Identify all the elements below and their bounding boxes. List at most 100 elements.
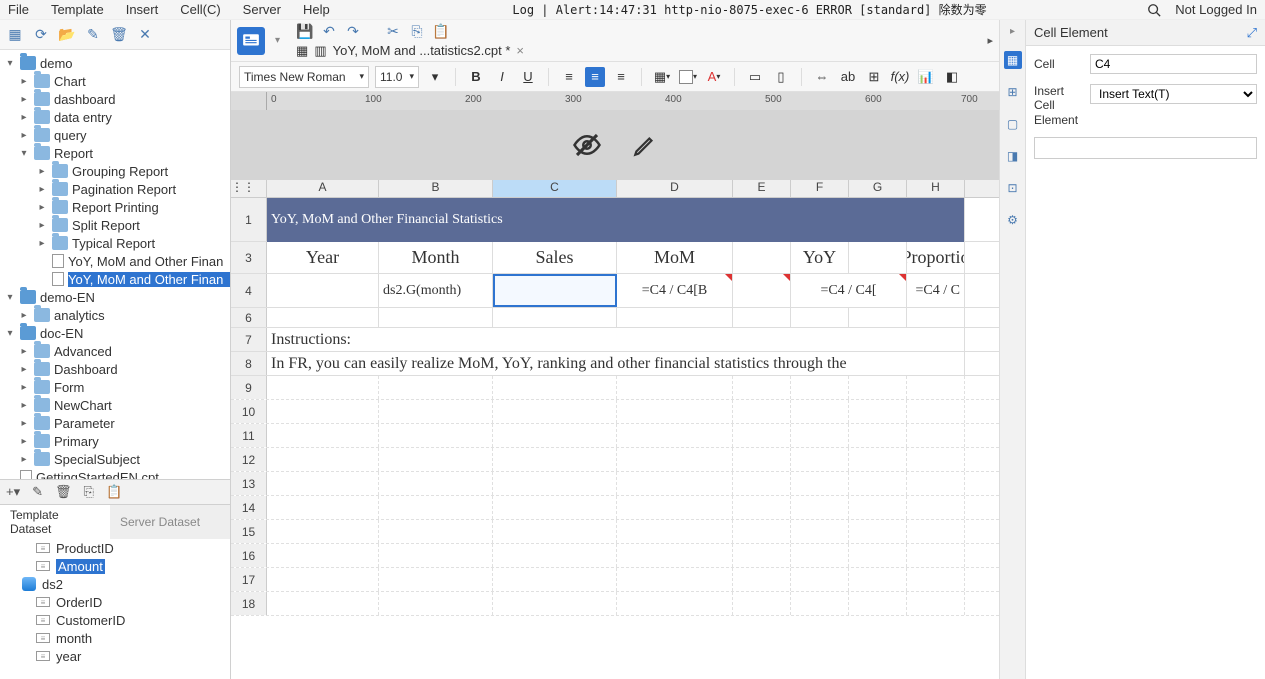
grid-cell[interactable] bbox=[617, 424, 733, 447]
grid-cell[interactable] bbox=[849, 376, 907, 399]
grid-cell[interactable] bbox=[617, 592, 733, 615]
grid-cell[interactable] bbox=[791, 592, 849, 615]
tree-item[interactable]: YoY, MoM and Other Finan bbox=[0, 270, 230, 288]
menu-server[interactable]: Server bbox=[243, 2, 281, 17]
grid-cell[interactable] bbox=[907, 400, 965, 423]
row-header[interactable]: 10 bbox=[231, 400, 267, 423]
pencil-icon[interactable] bbox=[632, 132, 658, 158]
grid-cell[interactable] bbox=[791, 376, 849, 399]
grid-cell[interactable] bbox=[733, 274, 791, 307]
instruction-cell[interactable]: In FR, you can easily realize MoM, YoY, … bbox=[267, 352, 965, 375]
column-header[interactable]: D bbox=[617, 180, 733, 197]
tree-item[interactable]: ▸Grouping Report bbox=[0, 162, 230, 180]
format-button[interactable]: ⊞ bbox=[864, 67, 884, 87]
grid-cell[interactable] bbox=[849, 448, 907, 471]
expand-panel-icon[interactable]: ⤢ bbox=[1247, 25, 1257, 41]
grid-cell[interactable] bbox=[379, 568, 493, 591]
grid-cell[interactable] bbox=[267, 496, 379, 519]
grid-cell[interactable] bbox=[267, 448, 379, 471]
select-all-corner[interactable]: ⋮⋮ bbox=[231, 180, 267, 197]
align-left-button[interactable]: ≡ bbox=[559, 67, 579, 87]
header-cell[interactable] bbox=[733, 242, 791, 273]
grid-cell[interactable] bbox=[907, 592, 965, 615]
instruction-cell[interactable]: Instructions: bbox=[267, 328, 965, 351]
new-icon[interactable]: ▦ bbox=[6, 26, 24, 44]
grid-cell[interactable] bbox=[733, 568, 791, 591]
insert-element-select[interactable]: Insert Text(T) bbox=[1090, 84, 1257, 104]
widget-button[interactable]: ◧ bbox=[942, 67, 962, 87]
chart-button[interactable]: 📊 bbox=[916, 67, 936, 87]
tree-item[interactable]: ▸Pagination Report bbox=[0, 180, 230, 198]
grid-cell[interactable] bbox=[907, 308, 965, 327]
widget-tab-icon[interactable]: ⚙ bbox=[1004, 211, 1022, 229]
grid-cell[interactable] bbox=[733, 496, 791, 519]
spreadsheet-grid[interactable]: ⋮⋮ ABCDEFGH 1YoY, MoM and Other Financia… bbox=[231, 180, 999, 679]
edit-dataset-icon[interactable]: ✎ bbox=[32, 484, 43, 500]
refresh-icon[interactable]: ⟳ bbox=[32, 26, 50, 44]
tree-item[interactable]: ▸analytics bbox=[0, 306, 230, 324]
dataset-item[interactable]: ≡month bbox=[0, 629, 230, 647]
grid-cell[interactable] bbox=[617, 520, 733, 543]
delete-dataset-icon[interactable]: 🗑 bbox=[55, 484, 72, 500]
align-center-button[interactable]: ≡ bbox=[585, 67, 605, 87]
grid-cell[interactable] bbox=[791, 568, 849, 591]
tab-template-dataset[interactable]: Template Dataset bbox=[0, 505, 110, 539]
tree-item[interactable]: ▾Report bbox=[0, 144, 230, 162]
header-cell[interactable]: YoY bbox=[791, 242, 849, 273]
grid-cell[interactable] bbox=[379, 424, 493, 447]
grid-cell[interactable] bbox=[379, 544, 493, 567]
row-header[interactable]: 8 bbox=[231, 352, 267, 375]
grid-cell[interactable] bbox=[617, 544, 733, 567]
grid-cell[interactable] bbox=[733, 448, 791, 471]
row-header[interactable]: 4 bbox=[231, 274, 267, 307]
row-header[interactable]: 3 bbox=[231, 242, 267, 273]
tree-item[interactable]: GettingStartedEN.cpt bbox=[0, 468, 230, 479]
grid-cell[interactable] bbox=[617, 448, 733, 471]
document-tab[interactable]: ▦ ▥ YoY, MoM and ...tatistics2.cpt * × bbox=[296, 43, 977, 59]
close-tab-icon[interactable]: × bbox=[516, 43, 524, 58]
grid-cell[interactable] bbox=[617, 376, 733, 399]
row-header[interactable]: 13 bbox=[231, 472, 267, 495]
tree-item[interactable]: ▸Dashboard bbox=[0, 360, 230, 378]
align-right-button[interactable]: ≡ bbox=[611, 67, 631, 87]
login-status[interactable]: Not Logged In bbox=[1175, 2, 1257, 17]
underline-button[interactable]: U bbox=[518, 67, 538, 87]
grid-cell[interactable] bbox=[907, 496, 965, 519]
column-header[interactable]: H bbox=[907, 180, 965, 197]
fill-color-button[interactable]: ▾ bbox=[678, 67, 698, 87]
redo-icon[interactable]: ↷ bbox=[344, 23, 362, 41]
dataset-item[interactable]: ≡ProductID bbox=[0, 539, 230, 557]
tree-item[interactable]: ▸Advanced bbox=[0, 342, 230, 360]
unmerge-button[interactable]: ▯ bbox=[771, 67, 791, 87]
open-icon[interactable]: 📂 bbox=[58, 26, 76, 44]
grid-cell[interactable] bbox=[849, 308, 907, 327]
tree-item[interactable]: ▸data entry bbox=[0, 108, 230, 126]
dataset-item[interactable]: ds2 bbox=[0, 575, 230, 593]
grid-cell[interactable] bbox=[267, 568, 379, 591]
grid-cell[interactable]: ds2.G(month) bbox=[379, 274, 493, 307]
strip-arrow-icon[interactable]: ▸ bbox=[1010, 26, 1015, 37]
tree-item[interactable]: ▸Chart bbox=[0, 72, 230, 90]
link-button[interactable]: ⇔ bbox=[812, 67, 832, 87]
rename-icon[interactable]: ✎ bbox=[84, 26, 102, 44]
grid-cell[interactable] bbox=[493, 376, 617, 399]
grid-cell[interactable] bbox=[379, 472, 493, 495]
grid-cell[interactable] bbox=[379, 400, 493, 423]
tree-item[interactable]: ▸Form bbox=[0, 378, 230, 396]
tree-item[interactable]: ▸Primary bbox=[0, 432, 230, 450]
search-icon[interactable] bbox=[1147, 3, 1161, 17]
grid-cell[interactable] bbox=[733, 592, 791, 615]
grid-cell[interactable] bbox=[791, 424, 849, 447]
grid-cell[interactable] bbox=[849, 592, 907, 615]
expand-tab-icon[interactable]: ▢ bbox=[1004, 115, 1022, 133]
row-header[interactable]: 12 bbox=[231, 448, 267, 471]
tree-item[interactable]: ▾demo-EN bbox=[0, 288, 230, 306]
row-header[interactable]: 17 bbox=[231, 568, 267, 591]
row-header[interactable]: 6 bbox=[231, 308, 267, 327]
menu-file[interactable]: File bbox=[8, 2, 29, 17]
element-preview-box[interactable] bbox=[1034, 137, 1257, 159]
toolbar-overflow-icon[interactable]: ▸ bbox=[987, 34, 993, 47]
grid-cell[interactable] bbox=[849, 400, 907, 423]
column-header[interactable]: A bbox=[267, 180, 379, 197]
grid-cell[interactable] bbox=[493, 496, 617, 519]
